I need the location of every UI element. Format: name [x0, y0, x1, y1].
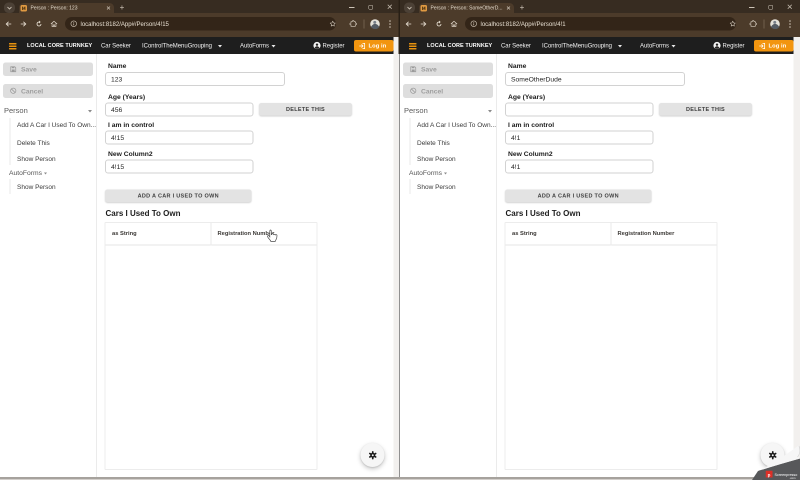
svg-text:.com: .com [789, 476, 796, 480]
svg-text:p: p [768, 472, 771, 477]
